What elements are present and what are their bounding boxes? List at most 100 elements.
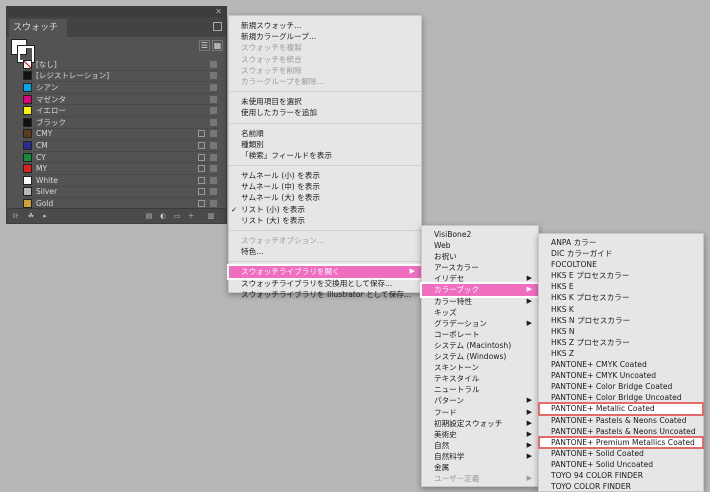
library-menu-item[interactable]: システム (Macintosh) (422, 340, 538, 351)
color-book-item[interactable]: PANTONE+ CMYK Coated (539, 359, 703, 370)
submenu-arrow-icon: ▶ (409, 267, 415, 276)
library-menu-item[interactable]: VisiBone2 (422, 229, 538, 240)
show-kinds-icon[interactable]: ☘ (27, 212, 35, 220)
menu-item[interactable]: ✓ リスト (小) を表示 (229, 204, 421, 215)
menu-item[interactable]: 名前順 (229, 128, 421, 139)
color-book-item[interactable]: HKS Z プロセスカラー (539, 337, 703, 348)
swatch-row[interactable]: White (23, 175, 219, 187)
menu-item[interactable]: 新規スウォッチ... (229, 20, 421, 31)
library-menu-item[interactable]: 金属 (422, 462, 538, 473)
library-menu-item[interactable]: パターン ▶ (422, 395, 538, 406)
close-icon[interactable]: ✕ (215, 8, 222, 16)
swatch-options-icon[interactable]: ▸ (41, 212, 49, 220)
library-menu-item[interactable]: カラーブック ▶ (420, 282, 540, 298)
panel-menu-icon[interactable] (213, 22, 222, 31)
list-view-icon[interactable]: ☰ (199, 40, 210, 51)
library-menu-item[interactable]: テキスタイル (422, 373, 538, 384)
library-menu-item[interactable]: 自然 ▶ (422, 440, 538, 451)
color-book-item[interactable]: HKS N (539, 326, 703, 337)
menu-item[interactable]: サムネール (小) を表示 (229, 170, 421, 181)
color-book-item[interactable]: HKS K プロセスカラー (539, 292, 703, 303)
swatch-row[interactable]: CM (23, 140, 219, 152)
color-book-item[interactable]: PANTONE+ Pastels & Neons Coated (539, 415, 703, 426)
color-book-item[interactable]: PANTONE+ Pastels & Neons Uncoated (539, 426, 703, 437)
menu-item-label: ANPA カラー (551, 238, 597, 247)
new-swatch-icon[interactable]: ＋ (187, 212, 195, 220)
delete-swatch-icon[interactable]: ▥ (207, 212, 215, 220)
process-color-icon (198, 153, 205, 161)
swatch-row[interactable]: ブラック (23, 117, 219, 129)
library-menu-item[interactable]: キッズ (422, 307, 538, 318)
menu-item[interactable]: サムネール (中) を表示 (229, 181, 421, 192)
library-menu-item[interactable]: イリデセ ▶ (422, 273, 538, 284)
swatch-row[interactable]: イエロー (23, 105, 219, 117)
library-menu-item[interactable]: Web (422, 240, 538, 251)
swatch-row[interactable]: MY (23, 163, 219, 175)
library-menu-item[interactable]: カラー特性 ▶ (422, 296, 538, 307)
menu-item-label: 「検索」フィールドを表示 (241, 150, 332, 160)
library-menu-item[interactable]: ニュートラル (422, 384, 538, 395)
color-book-item[interactable]: TOYO 94 COLOR FINDER (539, 470, 703, 481)
color-book-item[interactable]: HKS E プロセスカラー (539, 270, 703, 281)
swatch-row[interactable]: [レジストレーション] (23, 71, 219, 83)
swatch-row[interactable]: マゼンタ (23, 94, 219, 106)
menu-item[interactable]: 種類別 (229, 139, 421, 150)
menu-item[interactable]: スウォッチライブラリを Illustrator として保存... (229, 289, 421, 300)
menu-item[interactable]: 「検索」フィールドを表示 (229, 150, 421, 161)
library-menu-item[interactable]: スキントーン (422, 362, 538, 373)
color-book-item[interactable]: HKS N プロセスカラー (539, 315, 703, 326)
library-menu-icon[interactable]: ⊪ (12, 212, 20, 220)
new-color-group-icon[interactable]: ▭ (173, 212, 181, 220)
menu-item[interactable]: リスト (大) を表示 (229, 215, 421, 226)
color-book-item[interactable]: DIC カラーガイド (539, 248, 703, 259)
menu-item-label: 新規カラーグループ... (241, 32, 317, 42)
color-book-item[interactable]: ANPA カラー (539, 237, 703, 248)
color-book-item[interactable]: HKS K (539, 304, 703, 315)
color-book-item[interactable]: PANTONE+ Solid Coated (539, 448, 703, 459)
tab-swatches[interactable]: スウォッチ (9, 19, 67, 37)
menu-item-label: FOCOLTONE (551, 260, 597, 270)
color-book-item[interactable]: TOYO COLOR FINDER (539, 481, 703, 492)
library-menu-item[interactable]: コーポレート (422, 329, 538, 340)
panel-bottom-toolbar: ⊪ ☘ ▸ ▤ ◐ ▭ ＋ ▥ (7, 208, 226, 223)
thumbnail-view-icon[interactable]: ▦ (212, 40, 223, 51)
color-mode-icon (210, 95, 217, 103)
color-book-item[interactable]: PANTONE+ CMYK Uncoated (539, 370, 703, 381)
swatch-row[interactable]: [なし] (23, 59, 219, 71)
menu-item[interactable]: 新規カラーグループ... (229, 31, 421, 42)
color-book-item[interactable]: HKS E (539, 281, 703, 292)
color-book-item[interactable]: FOCOLTONE (539, 259, 703, 270)
library-menu-item[interactable]: フード ▶ (422, 407, 538, 418)
swatch-row[interactable]: CY (23, 152, 219, 164)
color-group-icon[interactable]: ▤ (145, 212, 153, 220)
library-menu-item[interactable]: お祝い (422, 251, 538, 262)
menu-item-label: 未使用項目を選択 (241, 97, 302, 107)
menu-item[interactable]: スウォッチライブラリを開く ▶ (227, 264, 423, 280)
menu-item[interactable]: 特色... (229, 246, 421, 257)
edit-color-icon[interactable]: ◐ (159, 212, 167, 220)
swatch-row[interactable]: CMY (23, 129, 219, 141)
menu-item[interactable]: 使用したカラーを追加 (229, 107, 421, 118)
color-book-item[interactable]: PANTONE+ Color Bridge Coated (539, 381, 703, 392)
library-menu-item[interactable]: グラデーション ▶ (422, 318, 538, 329)
color-book-item[interactable]: PANTONE+ Premium Metallics Coated (538, 435, 704, 449)
fill-stroke-indicator[interactable] (11, 39, 35, 63)
color-book-item[interactable]: PANTONE+ Metallic Coated (538, 402, 704, 416)
color-book-item[interactable]: PANTONE+ Solid Uncoated (539, 459, 703, 470)
library-menu-item[interactable]: アースカラー (422, 262, 538, 273)
swatch-row[interactable]: Silver (23, 187, 219, 199)
library-menu-item[interactable]: 自然科学 ▶ (422, 451, 538, 462)
library-menu-item[interactable]: システム (Windows) (422, 351, 538, 362)
library-menu-item[interactable]: 初期設定スウォッチ ▶ (422, 418, 538, 429)
color-book-item[interactable]: HKS Z (539, 348, 703, 359)
menu-item[interactable]: スウォッチライブラリを交換用として保存... (229, 278, 421, 289)
swatch-chip (23, 82, 32, 92)
color-book-item[interactable]: PANTONE+ Color Bridge Uncoated (539, 392, 703, 403)
menu-item[interactable]: 未使用項目を選択 (229, 96, 421, 107)
swatch-row[interactable]: シアン (23, 82, 219, 94)
swatch-list: [なし] [レジストレーション] シアン マゼンタ イエロー ブラック CMY CM CY MY W… (23, 59, 219, 210)
library-menu-item[interactable]: 美術史 ▶ (422, 429, 538, 440)
menu-item[interactable]: サムネール (大) を表示 (229, 192, 421, 203)
menu-item-label: フード (434, 407, 457, 417)
panel-titlebar[interactable]: ✕ (7, 7, 226, 17)
